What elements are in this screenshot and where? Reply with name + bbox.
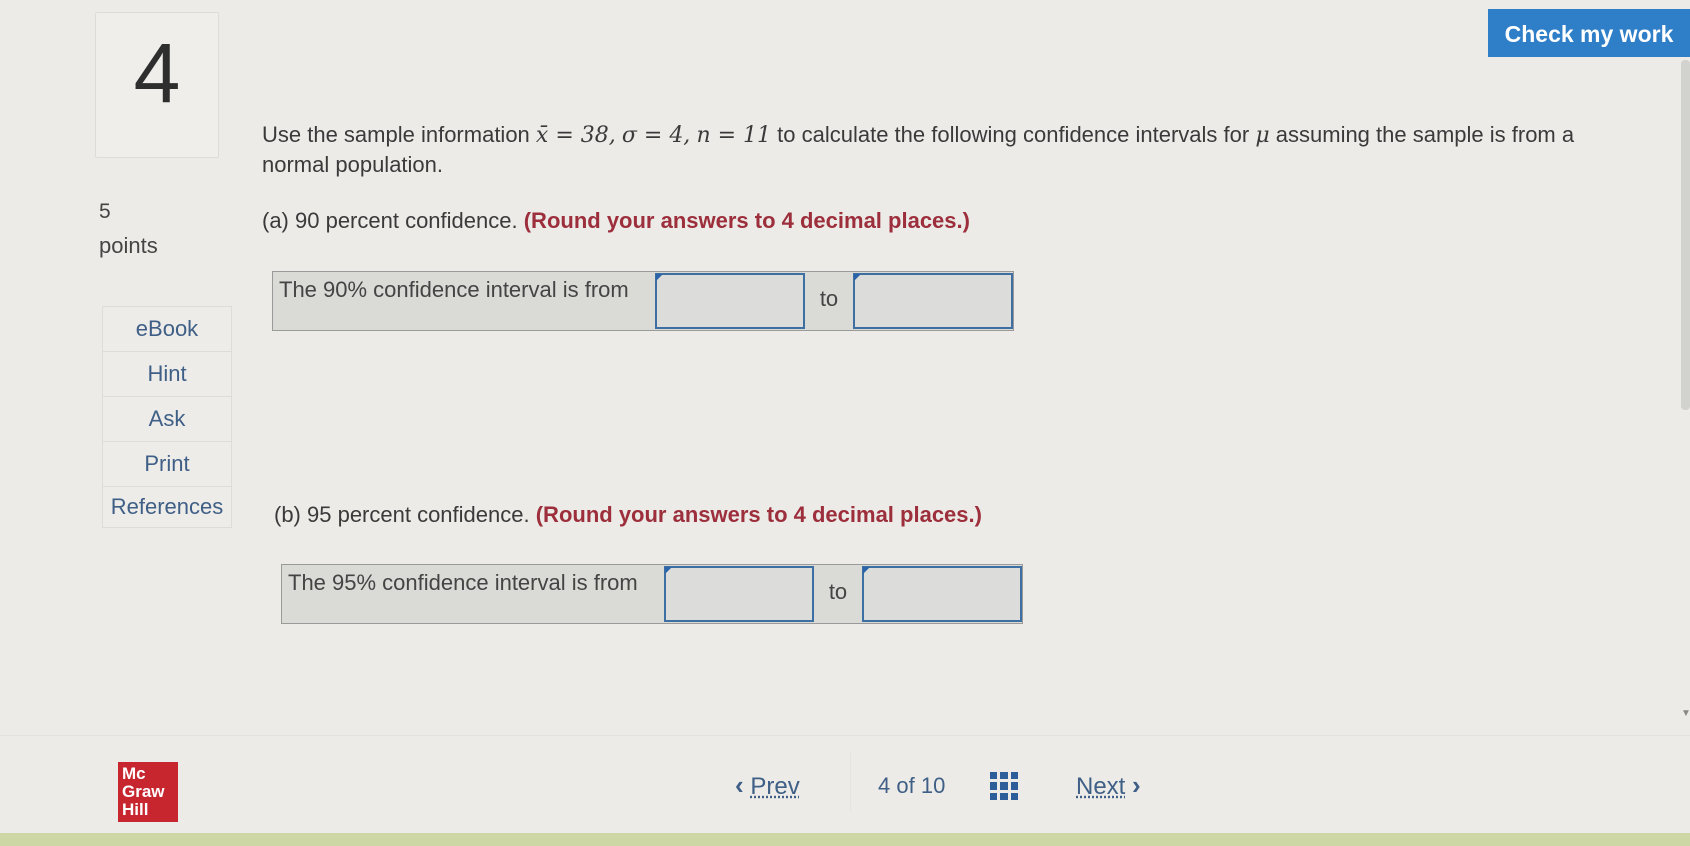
prev-button[interactable]: ‹ Prev: [735, 770, 800, 801]
logo-line-2: Graw: [122, 782, 165, 801]
question-number-box: 4: [95, 12, 219, 158]
hint-link[interactable]: Hint: [102, 351, 232, 396]
chevron-left-icon: ‹: [735, 770, 744, 800]
part-b-row-label: The 95% confidence interval is from: [282, 565, 664, 623]
ebook-link[interactable]: eBook: [102, 306, 232, 351]
problem-text-a: to calculate the following confidence in…: [777, 122, 1250, 147]
part-a-lower-input[interactable]: [655, 273, 805, 329]
question-number: 4: [133, 26, 181, 120]
part-b-to-label: to: [814, 565, 862, 623]
part-a-upper-input[interactable]: [853, 273, 1013, 329]
logo-line-3: Hill: [122, 800, 149, 819]
given-xbar: x̄ = 38,: [535, 123, 616, 148]
part-a-heading: (a) 90 percent confidence. (Round your a…: [262, 208, 970, 234]
page-indicator: 4 of 10: [878, 773, 945, 799]
sidebar-tools: eBook Hint Ask Print References: [102, 306, 232, 528]
part-a-instruction: (Round your answers to 4 decimal places.…: [523, 208, 970, 233]
scrollbar[interactable]: [1681, 60, 1690, 410]
chevron-right-icon: ›: [1132, 770, 1141, 800]
nav-separator: [850, 750, 851, 812]
part-a-row-label: The 90% confidence interval is from: [273, 272, 655, 330]
mcgraw-hill-logo: Mc Graw Hill: [118, 762, 178, 822]
next-button[interactable]: Next ›: [1076, 770, 1141, 801]
page-of: of: [896, 773, 915, 798]
scroll-down-icon[interactable]: ▼: [1681, 708, 1690, 719]
print-link[interactable]: Print: [102, 441, 232, 486]
problem-intro: Use the sample information: [262, 122, 530, 147]
prev-label: Prev: [750, 773, 800, 800]
footer-divider: [0, 735, 1690, 736]
points-label: points: [99, 233, 158, 258]
bottom-strip: [0, 833, 1690, 846]
points-value: 5: [99, 200, 111, 223]
given-sigma: σ = 4,: [621, 123, 691, 148]
problem-statement: Use the sample information x̄ = 38, σ = …: [262, 120, 1622, 179]
part-b-instruction: (Round your answers to 4 decimal places.…: [535, 502, 982, 527]
next-label: Next: [1076, 773, 1126, 800]
mu-symbol: μ: [1255, 123, 1270, 148]
logo-line-1: Mc: [122, 764, 146, 783]
grid-icon[interactable]: [990, 772, 1018, 800]
part-a-label: (a) 90 percent confidence.: [262, 208, 518, 233]
ask-link[interactable]: Ask: [102, 396, 232, 441]
part-b-upper-input[interactable]: [862, 566, 1022, 622]
references-link[interactable]: References: [102, 486, 232, 528]
part-b-heading: (b) 95 percent confidence. (Round your a…: [274, 502, 982, 528]
check-my-work-button[interactable]: Check my work: [1488, 9, 1690, 57]
page-total: 10: [920, 773, 946, 798]
part-a-to-label: to: [805, 272, 853, 330]
page-current: 4: [878, 773, 891, 798]
part-b-label: (b) 95 percent confidence.: [274, 502, 530, 527]
part-b-lower-input[interactable]: [664, 566, 814, 622]
part-b-answer-table: The 95% confidence interval is from to: [281, 564, 1023, 624]
given-n: n = 11: [696, 123, 772, 148]
part-a-answer-table: The 90% confidence interval is from to: [272, 271, 1014, 331]
